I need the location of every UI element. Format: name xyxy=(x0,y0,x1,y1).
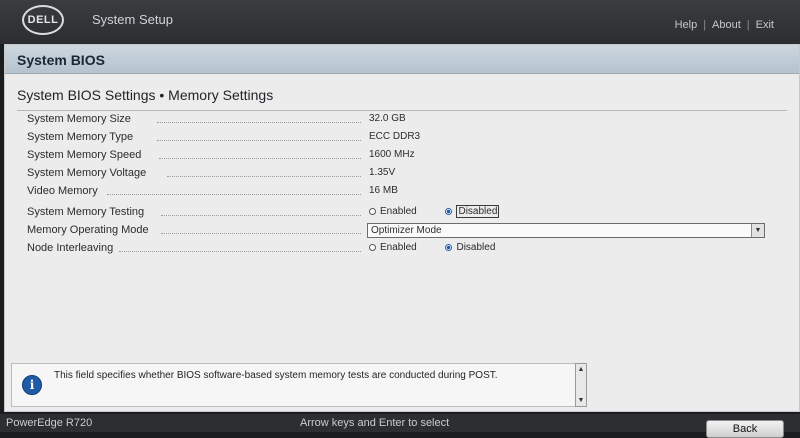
memory-testing-disabled-radio[interactable]: Disabled xyxy=(445,205,500,218)
help-text: This field specifies whether BIOS softwa… xyxy=(54,370,498,381)
setting-row-operating-mode: Memory Operating Mode Optimizer Mode ▼ xyxy=(27,223,787,242)
radio-circle xyxy=(369,208,376,215)
section-header-bar: System BIOS xyxy=(5,45,799,74)
memory-testing-radio-group: Enabled Disabled xyxy=(369,205,525,218)
dotted-leader xyxy=(161,233,361,234)
top-header: DELL System Setup Help | About | Exit xyxy=(0,0,800,44)
operating-mode-select[interactable]: Optimizer Mode ▼ xyxy=(367,223,765,238)
setting-row-video-memory: Video Memory 16 MB xyxy=(27,185,787,203)
setting-label: System Memory Size xyxy=(27,113,131,125)
dotted-leader xyxy=(159,158,361,159)
main-panel: System BIOS System BIOS Settings • Memor… xyxy=(4,44,800,412)
node-interleaving-enabled-radio[interactable]: Enabled xyxy=(369,242,417,253)
dell-logo: DELL xyxy=(22,5,64,35)
radio-label: Disabled xyxy=(456,242,496,253)
radio-label: Enabled xyxy=(380,242,417,253)
chevron-down-icon[interactable]: ▼ xyxy=(751,224,764,237)
navigation-hint: Arrow keys and Enter to select xyxy=(300,417,450,429)
top-links: Help | About | Exit xyxy=(675,19,774,31)
system-model: PowerEdge R720 xyxy=(6,417,93,429)
setting-value: 1.35V xyxy=(369,167,396,178)
setting-label: Video Memory xyxy=(27,185,98,197)
radio-label: Enabled xyxy=(380,206,417,217)
selected-value: Optimizer Mode xyxy=(371,225,442,236)
about-link[interactable]: About xyxy=(712,19,741,31)
dotted-leader xyxy=(157,122,361,123)
setting-value: 32.0 GB xyxy=(369,113,406,124)
setting-label: Node Interleaving xyxy=(27,242,114,254)
setting-row-memory-voltage: System Memory Voltage 1.35V xyxy=(27,167,787,185)
dotted-leader xyxy=(157,140,361,141)
dotted-leader xyxy=(167,176,361,177)
setting-label: System Memory Testing xyxy=(27,206,145,218)
setting-row-memory-type: System Memory Type ECC DDR3 xyxy=(27,131,787,149)
help-link[interactable]: Help xyxy=(675,19,698,31)
status-bar: PowerEdge R720 Arrow keys and Enter to s… xyxy=(0,414,800,432)
setting-label: System Memory Voltage xyxy=(27,167,147,179)
setting-label: Memory Operating Mode xyxy=(27,224,149,236)
help-panel: i This field specifies whether BIOS soft… xyxy=(11,363,587,407)
link-separator: | xyxy=(746,19,750,31)
info-icon: i xyxy=(22,375,42,395)
setting-value: 1600 MHz xyxy=(369,149,415,160)
setting-label: System Memory Speed xyxy=(27,149,142,161)
radio-label: Disabled xyxy=(456,205,500,218)
setting-value: 16 MB xyxy=(369,185,398,196)
back-button[interactable]: Back xyxy=(706,420,784,438)
page-title: System BIOS Settings • Memory Settings xyxy=(17,87,274,103)
link-separator: | xyxy=(703,19,707,31)
node-interleaving-disabled-radio[interactable]: Disabled xyxy=(445,242,495,253)
scroll-up-icon[interactable]: ▲ xyxy=(576,364,586,375)
help-scrollbar[interactable]: ▲ ▼ xyxy=(575,363,587,407)
setting-row-memory-size: System Memory Size 32.0 GB xyxy=(27,113,787,131)
node-interleaving-radio-group: Enabled Disabled xyxy=(369,242,521,253)
dotted-leader xyxy=(161,215,361,216)
setting-row-node-interleaving: Node Interleaving Enabled Disabled xyxy=(27,242,787,260)
setting-row-memory-speed: System Memory Speed 1600 MHz xyxy=(27,149,787,167)
app-title: System Setup xyxy=(92,12,173,27)
setting-value: ECC DDR3 xyxy=(369,131,421,142)
dotted-leader xyxy=(107,194,361,195)
memory-testing-enabled-radio[interactable]: Enabled xyxy=(369,206,417,217)
section-title: System BIOS xyxy=(17,52,105,68)
setting-row-memory-testing: System Memory Testing Enabled Disabled xyxy=(27,205,787,224)
dotted-leader xyxy=(119,251,361,252)
radio-circle xyxy=(369,244,376,251)
title-divider xyxy=(17,110,787,111)
radio-circle-selected xyxy=(445,244,453,251)
setting-label: System Memory Type xyxy=(27,131,134,143)
radio-circle-selected xyxy=(445,208,453,215)
scroll-down-icon[interactable]: ▼ xyxy=(576,395,586,406)
exit-link[interactable]: Exit xyxy=(756,19,774,31)
